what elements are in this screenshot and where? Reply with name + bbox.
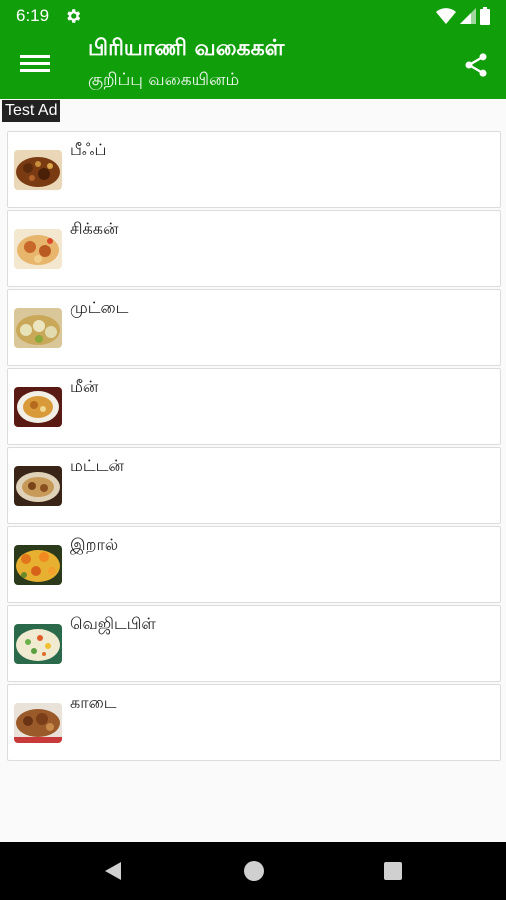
settings-gear-icon — [67, 9, 81, 23]
share-icon[interactable] — [462, 51, 490, 79]
back-icon[interactable] — [103, 861, 123, 881]
quail-biryani-image — [14, 703, 62, 743]
home-icon[interactable] — [244, 861, 264, 881]
wifi-icon — [436, 8, 456, 24]
page-title: பிரியாணி வகைகள் — [88, 36, 285, 61]
app-bar: பிரியாணி வகைகள் குறிப்பு வகையினம் — [0, 32, 506, 99]
menu-icon[interactable] — [20, 52, 50, 78]
list-item-prawn[interactable]: இறால் — [7, 526, 501, 603]
egg-biryani-image — [14, 308, 62, 348]
list-item-quail[interactable]: காடை — [7, 684, 501, 761]
navigation-bar — [0, 842, 506, 900]
recent-apps-icon[interactable] — [384, 862, 402, 880]
prawn-biryani-image — [14, 545, 62, 585]
list-item-label: வெஜிடபிள் — [70, 614, 156, 633]
mutton-biryani-image — [14, 466, 62, 506]
list-item-chicken[interactable]: சிக்கன் — [7, 210, 501, 287]
list-item-label: சிக்கன் — [70, 219, 119, 238]
list-item-fish[interactable]: மீன் — [7, 368, 501, 445]
list-item-beef[interactable]: பீஃப் — [7, 131, 501, 208]
list-item-egg[interactable]: முட்டை — [7, 289, 501, 366]
battery-icon — [480, 7, 490, 25]
list-item-label: மீன் — [70, 377, 99, 396]
chicken-biryani-image — [14, 229, 62, 269]
biryani-list: பீஃப் சிக்கன் முட்டை மீன் மட்டன் இறால் வ… — [7, 131, 501, 763]
status-indicators — [436, 7, 490, 25]
status-time: 6:19 — [16, 6, 50, 25]
list-item-label: முட்டை — [70, 298, 129, 317]
status-bar: 6:19 — [0, 0, 506, 32]
page-subtitle: குறிப்பு வகையினம் — [88, 70, 240, 90]
list-item-label: காடை — [70, 693, 117, 712]
vegetable-biryani-image — [14, 624, 62, 664]
list-item-label: மட்டன் — [70, 456, 124, 475]
list-item-label: இறால் — [70, 535, 119, 554]
fish-biryani-image — [14, 387, 62, 427]
test-ad-badge[interactable]: Test Ad — [2, 100, 61, 122]
list-item-vegetable[interactable]: வெஜிடபிள் — [7, 605, 501, 682]
list-item-label: பீஃப் — [70, 140, 107, 159]
beef-biryani-image — [14, 150, 62, 190]
list-item-mutton[interactable]: மட்டன் — [7, 447, 501, 524]
signal-icon — [460, 8, 476, 24]
